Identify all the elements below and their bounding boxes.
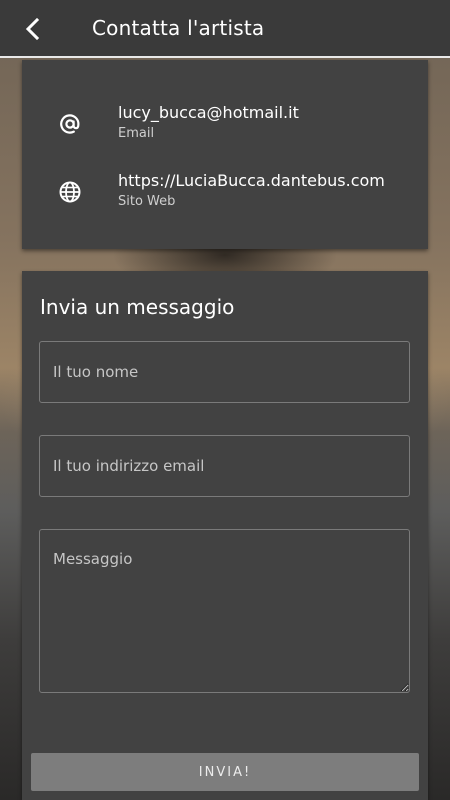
app-bar: Contatta l'artista <box>0 0 450 58</box>
form-title: Invia un messaggio <box>40 295 235 319</box>
back-button[interactable] <box>16 12 50 46</box>
contact-email-row[interactable]: lucy_bucca@hotmail.it Email <box>22 102 428 152</box>
contact-website-caption: Sito Web <box>118 194 176 209</box>
contact-website-row[interactable]: https://LuciaBucca.dantebus.com Sito Web <box>22 170 428 220</box>
chevron-left-icon <box>25 18 40 40</box>
contact-email-caption: Email <box>118 126 155 141</box>
page-title: Contatta l'artista <box>92 16 265 40</box>
email-input[interactable] <box>39 435 410 497</box>
contact-info-card: lucy_bucca@hotmail.it Email https://Luci… <box>22 60 428 249</box>
globe-icon <box>56 178 84 206</box>
contact-website-value: https://LuciaBucca.dantebus.com <box>118 171 385 190</box>
send-button[interactable]: INVIA! <box>31 753 419 791</box>
message-textarea[interactable] <box>39 529 410 693</box>
contact-email-value: lucy_bucca@hotmail.it <box>118 103 299 122</box>
message-form-card: Invia un messaggio INVIA! <box>22 271 428 800</box>
name-input[interactable] <box>39 341 410 403</box>
at-sign-icon <box>56 110 84 138</box>
